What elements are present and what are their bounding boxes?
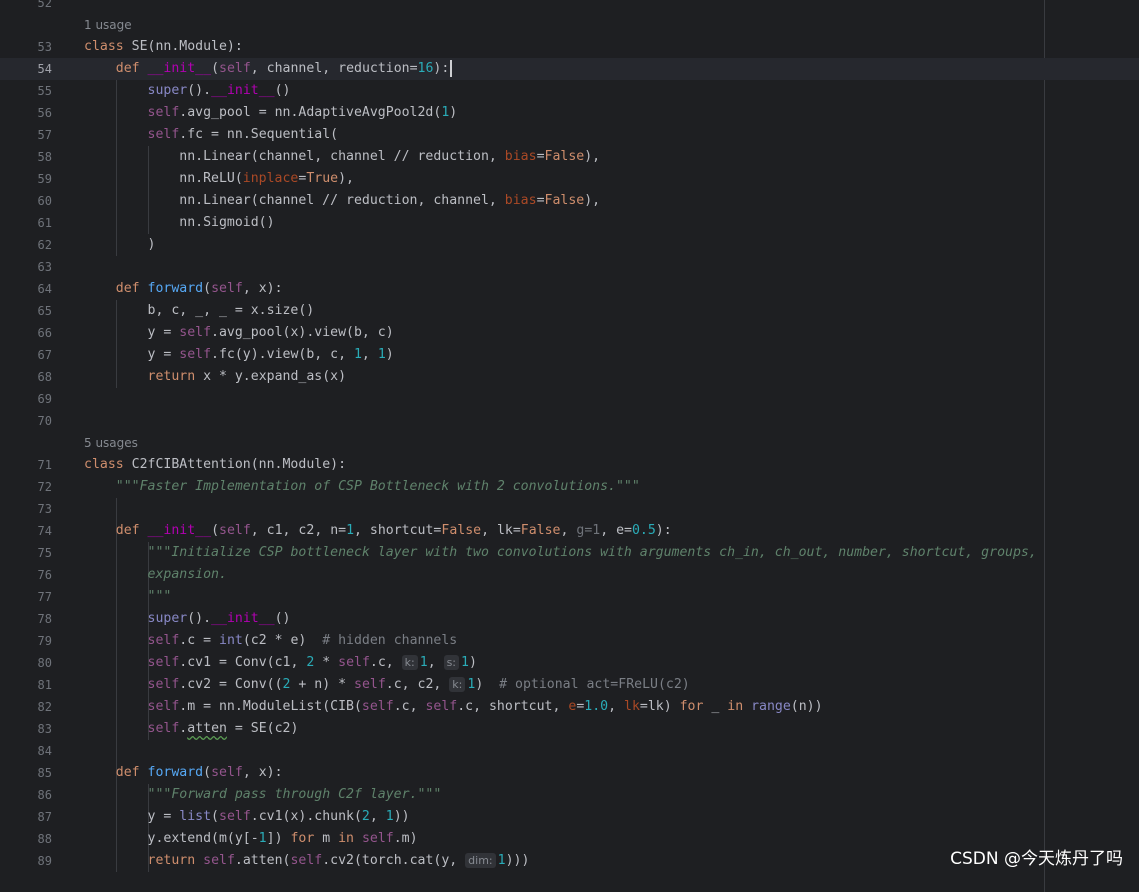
code-line[interactable]: self.avg_pool = nn.AdaptiveAvgPool2d(1) <box>84 102 458 124</box>
line-number: 65 <box>37 304 52 318</box>
line-number: 77 <box>37 590 52 604</box>
code-line[interactable]: self.atten = SE(c2) <box>84 718 299 740</box>
code-line[interactable]: return x * y.expand_as(x) <box>84 366 347 388</box>
code-line[interactable]: super().__init__() <box>84 80 291 102</box>
code-line[interactable]: nn.Linear(channel, channel // reduction,… <box>84 146 600 168</box>
line-number: 84 <box>37 744 52 758</box>
code-line[interactable]: return self.atten(self.cv2(torch.cat(y, … <box>84 850 529 872</box>
line-number: 89 <box>37 854 52 868</box>
code-line[interactable]: super().__init__() <box>84 608 291 630</box>
line-number: 86 <box>37 788 52 802</box>
line-number: 81 <box>37 678 52 692</box>
code-line[interactable]: def __init__(self, channel, reduction=16… <box>84 58 452 80</box>
line-number: 71 <box>37 458 52 472</box>
line-number: 82 <box>37 700 52 714</box>
code-line[interactable]: def forward(self, x): <box>84 762 283 784</box>
line-number: 87 <box>37 810 52 824</box>
code-line[interactable]: nn.ReLU(inplace=True), <box>84 168 354 190</box>
code-line[interactable]: """Faster Implementation of CSP Bottlene… <box>84 476 640 498</box>
code-line[interactable]: self.fc = nn.Sequential( <box>84 124 339 146</box>
usage-hint[interactable]: 1 usage <box>84 15 132 35</box>
line-number: 76 <box>37 568 52 582</box>
watermark: CSDN @今天炼丹了吗 <box>950 849 1123 869</box>
line-number: 78 <box>37 612 52 626</box>
line-number: 69 <box>37 392 52 406</box>
code-line[interactable]: def __init__(self, c1, c2, n=1, shortcut… <box>84 520 672 542</box>
line-number: 57 <box>37 128 52 142</box>
line-number: 79 <box>37 634 52 648</box>
line-number: 83 <box>37 722 52 736</box>
parameter-hint: k: <box>401 655 418 670</box>
line-number: 55 <box>37 84 52 98</box>
code-line[interactable]: y = self.avg_pool(x).view(b, c) <box>84 322 394 344</box>
code-line[interactable]: """Initialize CSP bottleneck layer with … <box>84 542 1037 564</box>
line-number: 54 <box>37 62 52 76</box>
line-number: 64 <box>37 282 52 296</box>
code-line[interactable]: """ <box>84 586 172 608</box>
code-line[interactable]: nn.Linear(channel // reduction, channel,… <box>84 190 600 212</box>
code-line[interactable]: b, c, _, _ = x.size() <box>84 300 315 322</box>
line-number: 58 <box>37 150 52 164</box>
line-number: 63 <box>37 260 52 274</box>
line-number: 80 <box>37 656 52 670</box>
code-line[interactable]: def forward(self, x): <box>84 278 283 300</box>
right-margin-guide <box>1044 0 1045 892</box>
line-number: 72 <box>37 480 52 494</box>
usage-hint[interactable]: 5 usages <box>84 433 138 453</box>
code-line[interactable]: expansion. <box>84 564 227 586</box>
line-number: 56 <box>37 106 52 120</box>
line-number: 53 <box>37 40 52 54</box>
line-number: 59 <box>37 172 52 186</box>
code-editor[interactable]: 52 53 54 55 56 57 58 59 60 61 62 63 64 6… <box>0 0 1139 892</box>
line-number: 62 <box>37 238 52 252</box>
line-number: 68 <box>37 370 52 384</box>
line-number: 60 <box>37 194 52 208</box>
parameter-hint: dim: <box>465 853 496 868</box>
parameter-hint: k: <box>449 677 466 692</box>
code-line[interactable]: self.c = int(c2 * e) # hidden channels <box>84 630 458 652</box>
text-caret <box>450 59 452 77</box>
line-number: 74 <box>37 524 52 538</box>
code-line[interactable]: y = list(self.cv1(x).chunk(2, 1)) <box>84 806 410 828</box>
code-line[interactable]: class C2fCIBAttention(nn.Module): <box>84 454 346 476</box>
line-number: 70 <box>37 414 52 428</box>
parameter-hint: s: <box>443 655 460 670</box>
line-number: 73 <box>37 502 52 516</box>
line-number: 67 <box>37 348 52 362</box>
code-line[interactable]: nn.Sigmoid() <box>84 212 274 234</box>
code-line[interactable]: self.cv1 = Conv(c1, 2 * self.c, k: 1, s: 1… <box>84 652 477 674</box>
line-number: 52 <box>37 0 52 10</box>
line-number: 85 <box>37 766 52 780</box>
code-line[interactable]: y.extend(m(y[-1]) for m in self.m) <box>84 828 418 850</box>
code-line[interactable]: """Forward pass through C2f layer.""" <box>84 784 442 806</box>
line-number: 75 <box>37 546 52 560</box>
code-line[interactable]: ) <box>84 234 156 256</box>
code-line[interactable]: class SE(nn.Module): <box>84 36 243 58</box>
line-number: 61 <box>37 216 52 230</box>
code-line[interactable]: self.cv2 = Conv((2 + n) * self.c, c2, k:… <box>84 674 690 696</box>
code-line[interactable]: self.m = nn.ModuleList(CIB(self.c, self.… <box>84 696 823 718</box>
line-number: 88 <box>37 832 52 846</box>
code-line[interactable]: y = self.fc(y).view(b, c, 1, 1) <box>84 344 394 366</box>
line-number: 66 <box>37 326 52 340</box>
